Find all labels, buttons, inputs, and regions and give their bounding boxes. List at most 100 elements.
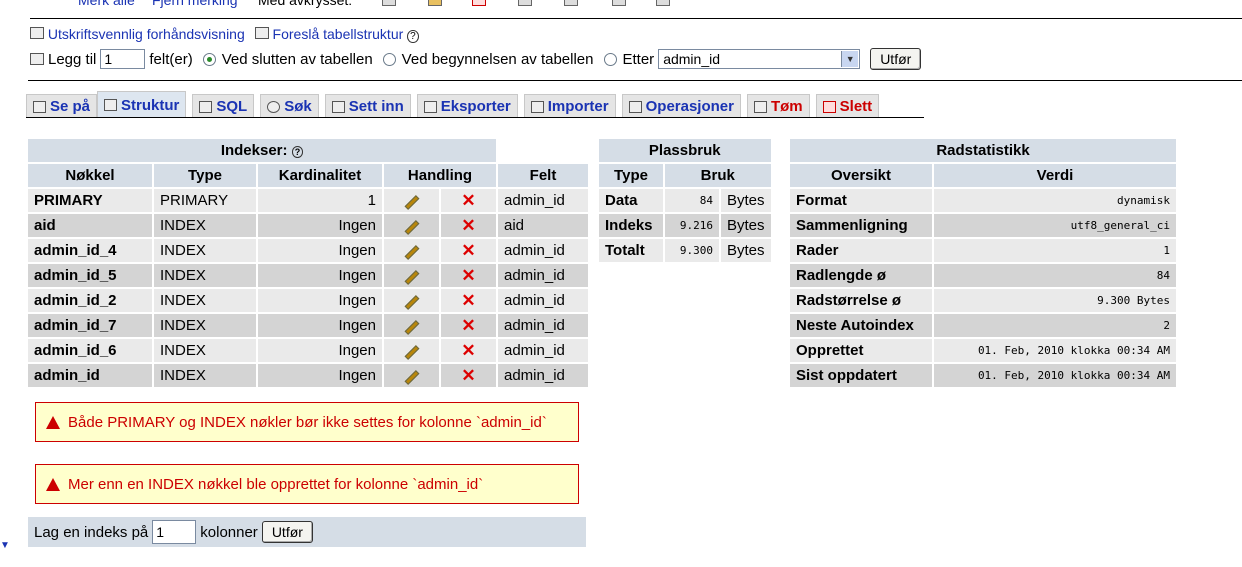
delete-icon[interactable]: ✕ [461,216,475,235]
uncheck-all-link[interactable]: Fjern merking [152,0,238,8]
tab-import[interactable]: Importer [523,94,616,118]
radio-beginning-of-table[interactable] [382,52,396,66]
pencil-icon[interactable] [404,345,419,360]
unique-icon[interactable] [564,0,578,6]
indexes-caption: Indekser: ? [28,139,496,162]
tab-export[interactable]: Eksporter [416,94,518,118]
pencil-icon[interactable] [404,245,419,260]
space-caption: Plassbruk [599,139,771,162]
index-key: admin_id_4 [28,239,152,262]
tab-drop[interactable]: Slett [815,94,880,118]
index-field: admin_id [498,189,588,212]
index-key: admin_id_6 [28,339,152,362]
field-count-input[interactable] [100,49,146,69]
warning-icon [46,477,60,491]
delete-icon[interactable]: ✕ [461,316,475,335]
warning-box: Mer enn en INDEX nøkkel ble opprettet fo… [35,464,579,504]
tab-structure[interactable]: Struktur [97,91,187,118]
edit-index-cell [384,239,439,262]
stat-label: Neste Autoindex [790,314,932,337]
after-column-select[interactable]: admin_id ▼ [658,49,861,69]
index-type: INDEX [154,364,256,387]
pencil-icon[interactable] [404,370,419,385]
tab-sql[interactable]: SQL [192,94,255,118]
pencil-icon[interactable] [404,270,419,285]
chevron-down-icon[interactable]: ▼ [841,51,859,67]
delete-icon[interactable]: ✕ [461,266,475,285]
drop-index-cell: ✕ [441,289,496,312]
tab-empty[interactable]: Tøm [746,94,810,118]
col-cardinality: Kardinalitet [258,164,382,187]
index-cardinality: Ingen [258,314,382,337]
top-toolbar-fragment: Merk alle Fjern merking Med avkrysset: [30,0,1242,19]
delete-icon[interactable]: ✕ [461,291,475,310]
col-action: Handling [384,164,496,187]
index-icon[interactable] [612,0,626,6]
create-index-prefix: Lag en indeks på [34,523,149,541]
operations-icon [628,100,642,113]
tab-label: Søk [284,98,312,115]
with-selected-label: Med avkrysset: [258,0,353,8]
delete-icon[interactable]: ✕ [461,341,475,360]
printer-icon [30,27,44,39]
edit-index-cell [384,339,439,362]
radio-end-of-table[interactable] [202,52,216,66]
drop-index-cell: ✕ [441,214,496,237]
stat-value: 1 [934,239,1176,262]
index-key: admin_id_2 [28,289,152,312]
create-index-row: Lag en indeks på kolonner Utfør [28,517,586,547]
stat-value: utf8_general_ci [934,214,1176,237]
tab-browse[interactable]: Se på [26,94,98,118]
primary-icon[interactable] [518,0,532,6]
delete-icon[interactable]: ✕ [461,241,475,260]
index-key: admin_id [28,364,152,387]
tab-search[interactable]: Søk [260,94,319,118]
stat-value: 01. Feb, 2010 klokka 00:34 AM [934,339,1176,362]
import-icon [530,100,544,113]
add-fields-go-button[interactable]: Utfør [870,48,922,70]
tab-insert[interactable]: Sett inn [324,94,411,118]
pencil-icon[interactable] [404,195,419,210]
drop-index-cell: ✕ [441,189,496,212]
index-field: aid [498,214,588,237]
chevron-down-icon[interactable]: ▼ [0,540,10,552]
table-row: Format dynamisk [790,189,1176,212]
delete-icon[interactable] [472,0,486,6]
index-key: PRIMARY [28,189,152,212]
space-value: 9.300 [665,239,719,262]
tab-bar: Se på Struktur SQL Søk Sett inn Eksporte… [26,91,880,118]
after-column-value: admin_id [663,51,721,67]
stat-label: Opprettet [790,339,932,362]
help-icon[interactable]: ? [291,146,304,158]
pencil-icon[interactable] [404,295,419,310]
edit-icon[interactable] [428,0,442,6]
fulltext-icon[interactable] [656,0,670,6]
create-index-go-button[interactable]: Utfør [261,521,313,543]
index-key: aid [28,214,152,237]
check-all-link[interactable]: Merk alle [78,0,135,8]
stat-label: Radstørrelse ø [790,289,932,312]
tab-label: Se på [50,98,91,115]
propose-structure-link[interactable]: Foreslå tabellstruktur [273,26,404,42]
drop-icon [822,100,836,113]
browse-icon[interactable] [382,0,396,6]
table-row: admin_id_7 INDEX Ingen ✕ admin_id [28,314,588,337]
table-row: admin_id_4 INDEX Ingen ✕ admin_id [28,239,588,262]
space-usage-table: Plassbruk Type Bruk Data 84 Bytes Indeks 9.2… [597,137,773,264]
col-key: Nøkkel [28,164,152,187]
tab-operations[interactable]: Operasjoner [621,94,741,118]
index-cardinality: Ingen [258,239,382,262]
help-icon[interactable]: ? [407,30,419,43]
radio-beginning-label: Ved begynnelsen av tabellen [401,50,594,68]
delete-icon[interactable]: ✕ [461,366,475,385]
space-type: Data [599,189,663,212]
delete-icon[interactable]: ✕ [461,191,475,210]
pencil-icon[interactable] [404,320,419,335]
tab-label: Tøm [770,98,803,115]
edit-index-cell [384,214,439,237]
radio-after[interactable] [603,52,617,66]
index-columns-input[interactable] [152,520,197,544]
pencil-icon[interactable] [404,220,419,235]
print-preview-link[interactable]: Utskriftsvennlig forhåndsvisning [48,26,245,42]
stat-value: 2 [934,314,1176,337]
